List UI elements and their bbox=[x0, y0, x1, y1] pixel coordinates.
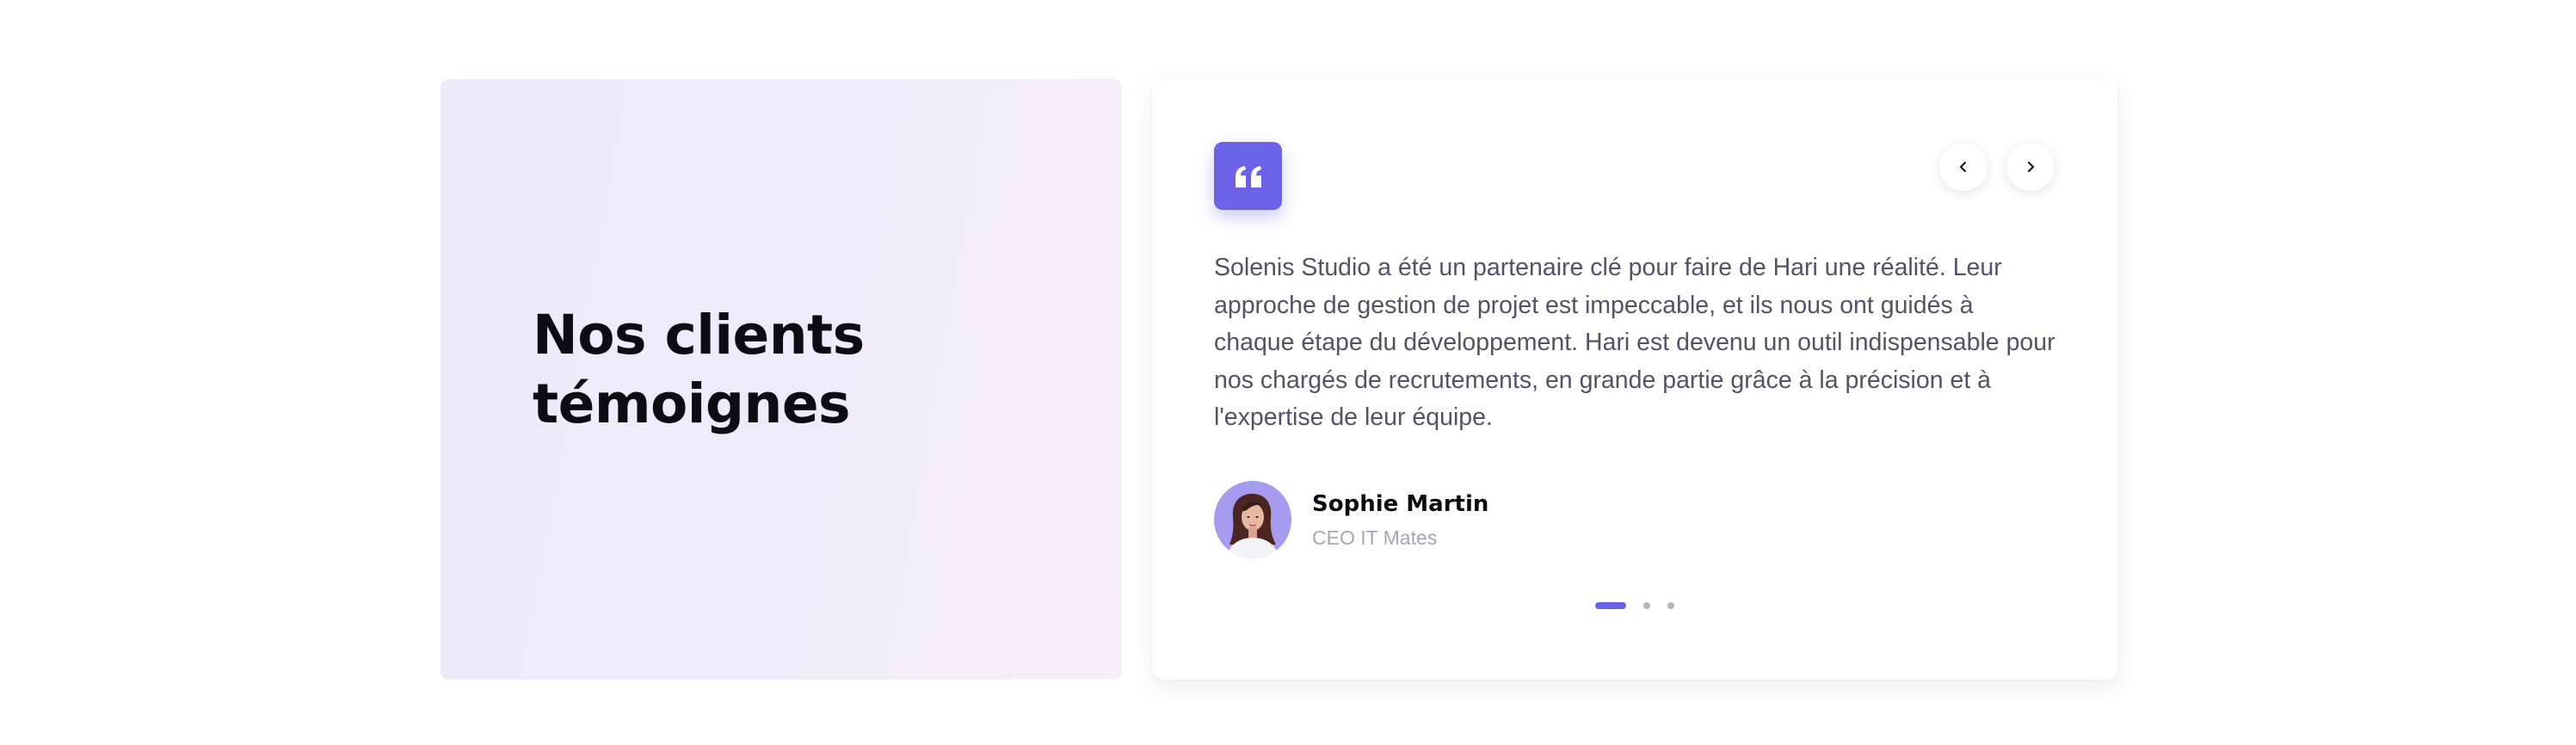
testimonials-section: Nos clients témoignes Solenis Studio a é… bbox=[0, 0, 2576, 745]
chevron-right-icon bbox=[2027, 161, 2035, 173]
testimonial-quote: Solenis Studio a été un partenaire clé p… bbox=[1214, 254, 2055, 432]
chevron-left-icon bbox=[1959, 161, 1967, 173]
avatar-photo bbox=[1214, 481, 1291, 558]
section-title-line-1: Nos clients bbox=[533, 304, 865, 366]
pagination-dot-1[interactable] bbox=[1595, 602, 1626, 609]
section-title: Nos clients témoignes bbox=[533, 301, 1014, 439]
intro-panel: Nos clients témoignes bbox=[441, 79, 1122, 680]
section-title-line-2: témoignes bbox=[533, 372, 851, 435]
author-avatar bbox=[1214, 481, 1291, 558]
previous-testimonial-button[interactable] bbox=[1939, 143, 1987, 191]
testimonial-card: Solenis Studio a été un partenaire clé p… bbox=[1152, 79, 2117, 680]
quote-icon bbox=[1214, 142, 1282, 210]
author-name: Sophie Martin bbox=[1312, 491, 1489, 517]
author-role: CEO IT Mates bbox=[1312, 526, 1438, 549]
carousel-pagination bbox=[1152, 601, 2117, 610]
next-testimonial-button[interactable] bbox=[2006, 143, 2055, 191]
pagination-dot-3[interactable] bbox=[1667, 602, 1674, 609]
quote-glyph bbox=[1235, 165, 1261, 188]
pagination-dot-2[interactable] bbox=[1643, 602, 1650, 609]
